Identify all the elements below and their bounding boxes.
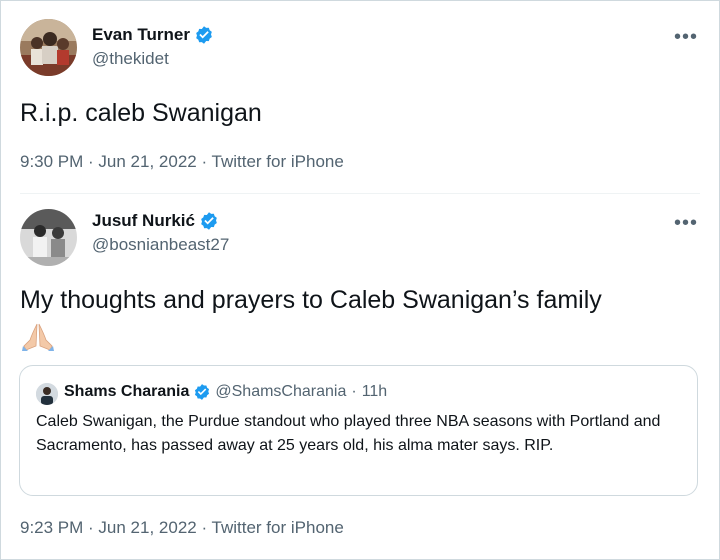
author-name[interactable]: Jusuf Nurkić xyxy=(92,211,195,231)
tweet-text: R.i.p. caleb Swanigan xyxy=(20,99,262,127)
tweet-text: My thoughts and prayers to Caleb Swaniga… xyxy=(20,286,602,314)
verified-badge-icon xyxy=(199,211,219,231)
author-handle[interactable]: @bosnianbeast27 xyxy=(92,235,229,255)
tweet-timestamp[interactable]: 9:23 PM · Jun 21, 2022 · Twitter for iPh… xyxy=(20,518,344,538)
author-handle[interactable]: @thekidet xyxy=(92,49,169,69)
quoted-tweet[interactable]: Shams Charania @ShamsCharania · 11h Cale… xyxy=(19,365,698,496)
author-name[interactable]: Evan Turner xyxy=(92,25,190,45)
avatar[interactable] xyxy=(20,209,77,266)
separator: · xyxy=(351,383,357,400)
more-options-icon[interactable]: ••• xyxy=(674,27,698,47)
tweet-timestamp[interactable]: 9:30 PM · Jun 21, 2022 · Twitter for iPh… xyxy=(20,152,344,172)
avatar[interactable] xyxy=(20,19,77,76)
folded-hands-icon xyxy=(20,322,56,352)
tweet-1: Evan Turner @thekidet ••• R.i.p. caleb S… xyxy=(0,0,720,193)
quoted-author-handle[interactable]: @ShamsCharania xyxy=(215,383,346,401)
verified-badge-icon xyxy=(194,25,214,45)
quoted-tweet-text: Caleb Swanigan, the Purdue standout who … xyxy=(36,413,661,454)
quoted-time[interactable]: 11h xyxy=(362,383,388,401)
quoted-avatar[interactable] xyxy=(36,383,58,405)
verified-badge-icon xyxy=(193,383,211,401)
quoted-author-name[interactable]: Shams Charania xyxy=(64,383,189,401)
more-options-icon[interactable]: ••• xyxy=(674,213,698,233)
